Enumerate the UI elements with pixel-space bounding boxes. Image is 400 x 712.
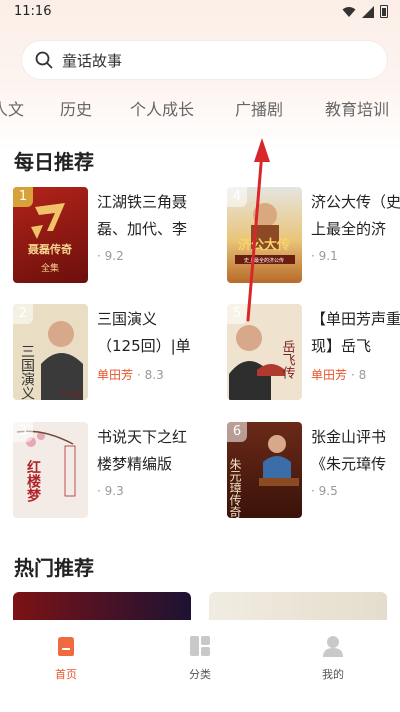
nav-category[interactable]: 分类: [160, 634, 240, 682]
svg-text:红楼梦: 红楼梦: [25, 459, 41, 503]
book-cover: 红楼梦 3: [13, 422, 88, 518]
book-card[interactable]: 红楼梦 3 书说天下之红楼梦精编版 · 9.3: [13, 422, 193, 518]
svg-text:史上最全的济公传: 史上最全的济公传: [244, 257, 284, 264]
svg-text:125回: 125回: [61, 390, 81, 398]
nav-home[interactable]: 首页: [26, 634, 106, 682]
bottom-nav: 首页 分类 我的: [0, 620, 400, 712]
wifi-icon: [342, 6, 356, 17]
rank-badge: 5: [227, 304, 247, 324]
svg-text:岳飞传: 岳飞传: [280, 340, 296, 379]
nav-category-label: 分类: [189, 668, 211, 681]
hot-recommend-title: 热门推荐: [14, 556, 94, 580]
svg-text:济公大传: 济公大传: [238, 237, 290, 253]
tab-radio-drama[interactable]: 广播剧: [235, 96, 283, 120]
book-title: 三国演义（125回）|单: [97, 310, 191, 355]
book-author: 单田芳: [97, 368, 134, 382]
profile-icon: [323, 636, 343, 657]
rank-badge: 1: [13, 187, 33, 207]
book-card[interactable]: 岳飞传 5 【单田芳声重现】岳飞 单田芳 · 8: [227, 304, 400, 400]
home-icon: [58, 637, 74, 656]
book-cover: 济公大传 史上最全的济公传 4: [227, 187, 302, 283]
book-rating: · 9.5: [311, 484, 338, 498]
status-icons: [342, 5, 388, 18]
book-rating: · 9.1: [311, 249, 338, 263]
status-bar: 11:16: [0, 0, 400, 24]
book-author-rating: 单田芳 · 8.3: [97, 368, 164, 382]
book-author-rating: 单田芳 · 8: [311, 368, 367, 382]
book-rating: · 9.2: [97, 249, 124, 263]
status-time: 11:16: [14, 4, 52, 19]
rank-badge: 6: [227, 422, 247, 442]
book-title: 张金山评书《朱元璋传: [311, 428, 387, 473]
svg-text:朱元璋传奇: 朱元璋传奇: [228, 458, 242, 518]
book-title: 江湖铁三角聂磊、加代、李: [97, 193, 188, 238]
book-card[interactable]: 朱元璋传奇 6 张金山评书《朱元璋传 · 9.5: [227, 422, 400, 518]
book-cover: 三国演义 125回 2: [13, 304, 88, 400]
svg-text:聂磊传奇: 聂磊传奇: [27, 242, 72, 256]
tab-education[interactable]: 教育培训: [325, 96, 389, 120]
search-input[interactable]: 童话故事: [62, 50, 122, 71]
book-cover: 岳飞传 5: [227, 304, 302, 400]
nav-profile[interactable]: 我的: [293, 634, 373, 682]
book-cover: 朱元璋传奇 6: [227, 422, 302, 518]
tab-history[interactable]: 历史: [60, 96, 92, 120]
search-bar[interactable]: 童话故事: [22, 41, 387, 79]
book-author: 单田芳: [311, 368, 348, 382]
category-tabs: 人文 历史 个人成长 广播剧 教育培训: [0, 96, 400, 124]
book-title: 济公大传（史上最全的济: [311, 193, 400, 238]
rank-badge: 2: [13, 304, 33, 324]
book-card[interactable]: 济公大传 史上最全的济公传 4 济公大传（史上最全的济 · 9.1: [227, 187, 400, 283]
book-title: 书说天下之红楼梦精编版: [97, 428, 188, 473]
nav-profile-label: 我的: [322, 668, 344, 681]
rank-badge: 4: [227, 187, 247, 207]
nav-home-label: 首页: [55, 668, 77, 681]
battery-icon: [380, 5, 388, 18]
svg-text:全集: 全集: [41, 262, 59, 274]
tab-personal-growth[interactable]: 个人成长: [130, 96, 194, 120]
rank-badge: 3: [13, 422, 33, 442]
book-card[interactable]: 三国演义 125回 2 三国演义（125回）|单 单田芳 · 8.3: [13, 304, 193, 400]
book-title: 【单田芳声重现】岳飞: [311, 310, 400, 355]
svg-text:三国演义: 三国演义: [19, 344, 35, 400]
daily-recommend-title: 每日推荐: [14, 150, 94, 174]
book-cover: 聂磊传奇 全集 1: [13, 187, 88, 283]
category-icon: [190, 636, 210, 656]
search-icon: [35, 51, 53, 69]
book-card[interactable]: 聂磊传奇 全集 1 江湖铁三角聂磊、加代、李 · 9.2: [13, 187, 193, 283]
book-rating: · 9.3: [97, 484, 124, 498]
tab-humanities[interactable]: 人文: [0, 96, 24, 120]
signal-icon: [362, 5, 374, 18]
